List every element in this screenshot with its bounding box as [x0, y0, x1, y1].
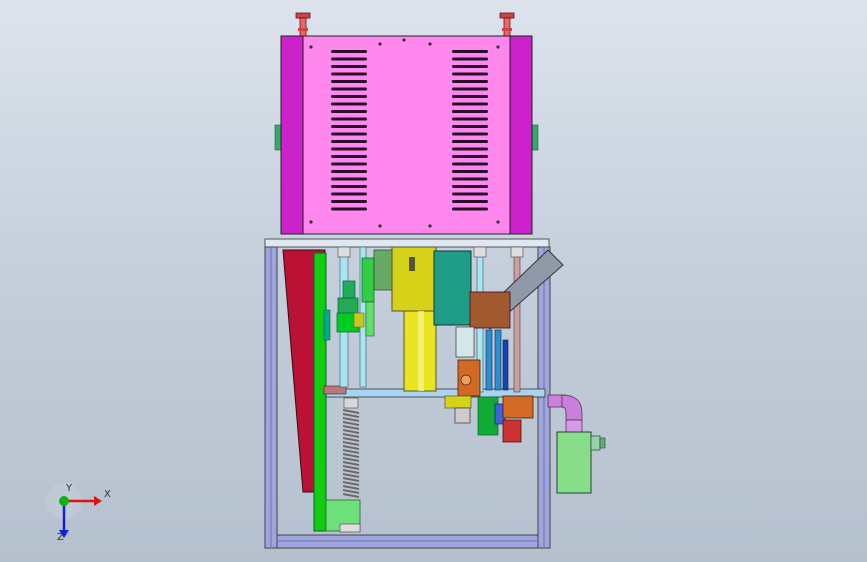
spring-coil	[342, 409, 360, 414]
vent-slot	[452, 110, 488, 113]
vent-slot	[452, 200, 488, 203]
vent-slot	[452, 125, 488, 128]
top-connector-left	[295, 12, 311, 37]
y-axis-dot	[59, 496, 69, 506]
housing-screw	[428, 42, 432, 46]
vent-slot	[452, 57, 488, 61]
vent-slot	[331, 162, 367, 166]
spring-coil	[342, 433, 360, 438]
spring-coil	[342, 429, 360, 434]
vent-slot	[452, 147, 488, 151]
vent-slot	[331, 65, 367, 68]
spring-coil	[342, 425, 360, 430]
pneumatic-cylinder	[373, 246, 437, 392]
axis-triad: X Z Y	[46, 483, 111, 543]
vent-slot	[452, 102, 488, 106]
collection-tank	[556, 431, 606, 494]
vent-slot	[452, 50, 488, 53]
vent-slot	[331, 110, 367, 113]
frame-top-plate	[264, 238, 550, 248]
vent-slot	[452, 132, 488, 136]
vent-slot	[331, 207, 367, 211]
vent-slot	[331, 102, 367, 106]
vent-slot	[452, 185, 488, 188]
vent-slot	[452, 95, 488, 98]
vent-slot	[331, 140, 367, 143]
housing-screw	[496, 45, 500, 49]
spring-coil	[342, 449, 360, 454]
vent-slot	[331, 132, 367, 136]
spring-coil	[342, 413, 360, 418]
vent-slot	[331, 125, 367, 128]
housing-left-panel	[280, 35, 304, 235]
vent-slot	[452, 155, 488, 158]
vent-slot	[452, 80, 488, 83]
vent-slot	[452, 162, 488, 166]
spring-coil	[342, 461, 360, 466]
vent-slot	[331, 87, 367, 91]
housing-screw	[428, 224, 432, 228]
vent-slot	[331, 95, 367, 98]
spring-coil	[342, 493, 360, 498]
vent-slot	[331, 117, 367, 121]
housing-screw	[378, 42, 382, 46]
spring-coil	[342, 489, 360, 494]
vent-slot	[331, 192, 367, 196]
housing-screw	[402, 38, 406, 42]
vent-slot	[452, 140, 488, 143]
housing-screw	[309, 220, 313, 224]
vent-slot	[331, 147, 367, 151]
vent-slot	[331, 50, 367, 53]
vent-slot	[331, 200, 367, 203]
spring-coil	[342, 473, 360, 478]
y-axis-label: Y	[65, 483, 73, 494]
spring-coil	[342, 465, 360, 470]
spring-coil	[342, 477, 360, 482]
machine-assembly-model[interactable]	[0, 0, 867, 562]
vent-slot	[331, 177, 367, 181]
vent-slot	[331, 155, 367, 158]
vent-slot	[452, 170, 488, 173]
housing-screw	[496, 220, 500, 224]
vent-slot	[331, 72, 367, 76]
vent-slot	[452, 192, 488, 196]
teal-actuator-block	[433, 250, 472, 326]
vent-slot	[452, 177, 488, 181]
return-spring	[342, 397, 360, 498]
spring-coil	[342, 437, 360, 442]
housing-right-panel	[509, 35, 533, 235]
cad-viewport[interactable]: X Z Y	[0, 0, 867, 562]
vent-slot	[452, 87, 488, 91]
spring-coil	[342, 485, 360, 490]
housing-screw	[378, 224, 382, 228]
vent-slot	[452, 117, 488, 121]
elbow-pipe	[547, 394, 583, 433]
vent-slot	[331, 170, 367, 173]
top-connector-right	[499, 12, 515, 37]
vent-slot	[452, 72, 488, 76]
vent-slot	[452, 207, 488, 211]
housing-screw	[309, 45, 313, 49]
spring-coil	[342, 417, 360, 422]
spring-coil	[342, 445, 360, 450]
z-axis-label: Z	[57, 532, 64, 543]
spring-coil	[342, 441, 360, 446]
spring-base	[325, 499, 361, 533]
x-axis-arrowhead	[94, 496, 102, 506]
spring-coil	[342, 481, 360, 486]
vent-slot	[331, 57, 367, 61]
vent-slot	[331, 185, 367, 188]
vent-slot	[331, 80, 367, 83]
spring-coil	[342, 469, 360, 474]
upper-housing	[274, 35, 539, 235]
spring-coil	[342, 453, 360, 458]
spring-coil	[342, 457, 360, 462]
vent-slot	[452, 65, 488, 68]
x-axis-label: X	[104, 489, 111, 500]
spring-coil	[342, 421, 360, 426]
